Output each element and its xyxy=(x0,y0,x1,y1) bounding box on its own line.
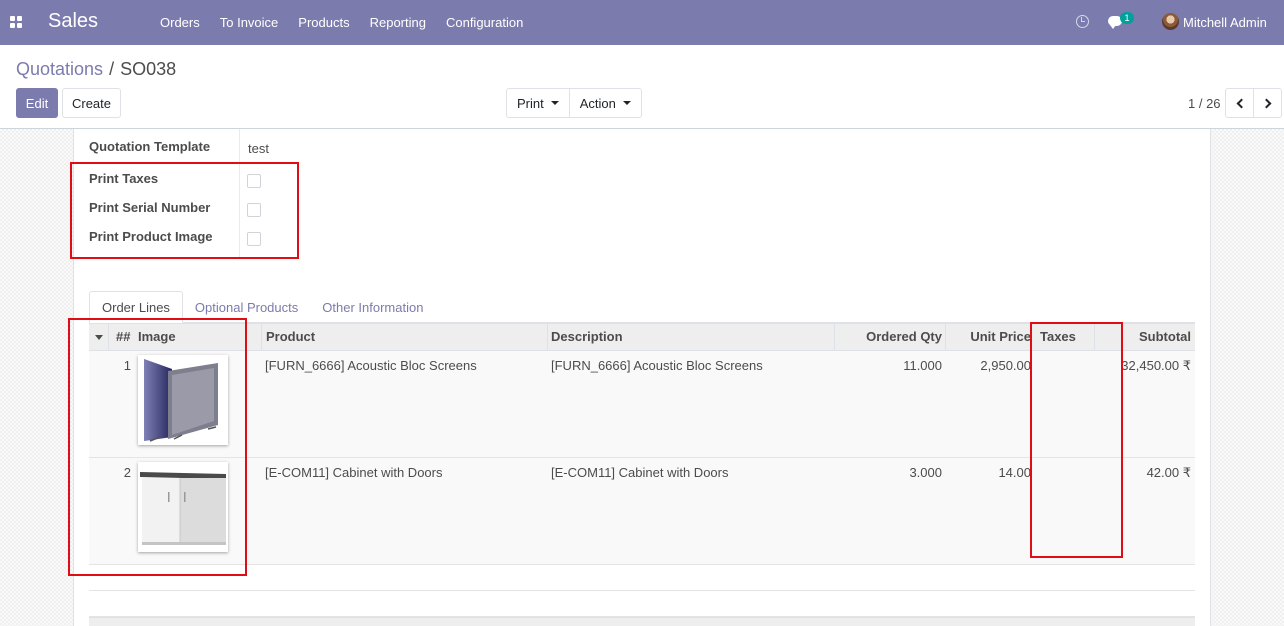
create-button[interactable]: Create xyxy=(62,88,121,118)
caret-down-icon[interactable] xyxy=(95,335,103,340)
pager-previous-button[interactable] xyxy=(1225,88,1254,118)
print-label: Print xyxy=(517,95,544,111)
row-description: [E-COM11] Cabinet with Doors xyxy=(551,465,729,480)
app-name[interactable]: Sales xyxy=(48,10,98,33)
print-product-image-checkbox[interactable] xyxy=(247,232,261,246)
menu-orders[interactable]: Orders xyxy=(160,15,200,30)
tab-other-information[interactable]: Other Information xyxy=(310,291,435,323)
row-sequence: 2 xyxy=(123,465,131,480)
acoustic-screens-image xyxy=(138,355,228,445)
caret-down-icon xyxy=(622,101,631,105)
print-product-image-label: Print Product Image xyxy=(89,229,213,244)
edit-button[interactable]: Edit xyxy=(16,88,58,118)
row-product: [E-COM11] Cabinet with Doors xyxy=(265,465,443,480)
column-separator xyxy=(945,324,946,350)
breadcrumb-current: SO038 xyxy=(120,59,177,79)
tab-optional-products[interactable]: Optional Products xyxy=(183,291,310,323)
action-label: Action xyxy=(579,95,616,111)
chat-counter-badge: 1 xyxy=(1120,12,1134,24)
main-menu: Orders To Invoice Products Reporting Con… xyxy=(150,15,533,30)
user-menu[interactable]: Mitchell Admin xyxy=(1183,15,1267,30)
breadcrumb-separator: / xyxy=(109,59,115,79)
print-serial-number-label: Print Serial Number xyxy=(89,200,211,215)
column-separator xyxy=(108,324,109,350)
print-serial-number-checkbox[interactable] xyxy=(247,203,261,217)
column-separator xyxy=(261,324,262,350)
menu-to-invoice[interactable]: To Invoice xyxy=(220,15,279,30)
row-sequence: 1 xyxy=(123,358,131,373)
row-unit-price: 14.00 xyxy=(998,465,1031,480)
order-lines-header: ## Image Product Description Ordered Qty… xyxy=(89,323,1195,351)
pager-value[interactable]: 1 / 26 xyxy=(1188,96,1221,111)
column-separator xyxy=(1094,324,1095,350)
column-separator xyxy=(834,324,835,350)
row-ordered-qty: 11.000 xyxy=(903,358,942,373)
chevron-right-icon xyxy=(1261,98,1271,108)
column-subtotal[interactable]: Subtotal xyxy=(1139,324,1191,350)
empty-row xyxy=(89,591,1195,617)
product-image-cabinet[interactable] xyxy=(138,462,228,552)
action-dropdown[interactable]: Action xyxy=(568,89,641,117)
column-image[interactable]: Image xyxy=(138,324,176,350)
menu-reporting[interactable]: Reporting xyxy=(370,15,426,30)
table-footer xyxy=(89,617,1195,626)
top-navbar: Sales Orders To Invoice Products Reporti… xyxy=(0,0,1284,45)
print-taxes-label: Print Taxes xyxy=(89,171,159,186)
apps-menu-icon[interactable] xyxy=(10,16,22,28)
column-taxes[interactable]: Taxes xyxy=(1040,324,1076,350)
column-description[interactable]: Description xyxy=(551,324,623,350)
print-dropdown[interactable]: Print xyxy=(507,89,569,117)
empty-row xyxy=(89,565,1195,591)
table-row[interactable]: 2 [E-COM11] Cabinet with Doors [E-COM11]… xyxy=(89,458,1195,565)
column-unit-price[interactable]: Unit Price xyxy=(970,324,1031,350)
activity-clock-icon[interactable] xyxy=(1076,15,1089,28)
cabinet-image xyxy=(138,462,228,552)
row-subtotal: 32,450.00 ₹ xyxy=(1121,358,1191,373)
menu-configuration[interactable]: Configuration xyxy=(446,15,523,30)
print-taxes-checkbox[interactable] xyxy=(247,174,261,188)
tab-order-lines[interactable]: Order Lines xyxy=(89,291,183,323)
row-unit-price: 2,950.00 xyxy=(980,358,1031,373)
quotation-template-value[interactable]: test xyxy=(248,141,269,156)
chevron-left-icon xyxy=(1236,98,1246,108)
column-sequence[interactable]: ## xyxy=(116,324,130,350)
table-row[interactable]: 1 [FURN_6666] Acoustic Bloc Screens [FUR… xyxy=(89,351,1195,458)
row-product: [FURN_6666] Acoustic Bloc Screens xyxy=(265,358,477,373)
user-avatar[interactable] xyxy=(1162,13,1179,30)
breadcrumb-quotations[interactable]: Quotations xyxy=(16,59,103,79)
column-separator xyxy=(547,324,548,350)
pager-next-button[interactable] xyxy=(1253,88,1282,118)
quotation-template-label: Quotation Template xyxy=(89,139,211,154)
row-subtotal: 42.00 ₹ xyxy=(1146,465,1191,480)
row-ordered-qty: 3.000 xyxy=(909,465,942,480)
print-action-group: Print Action xyxy=(506,88,642,118)
row-description: [FURN_6666] Acoustic Bloc Screens xyxy=(551,358,763,373)
breadcrumb: Quotations / SO038 xyxy=(16,59,176,80)
column-ordered-qty[interactable]: Ordered Qty xyxy=(866,324,942,350)
menu-products[interactable]: Products xyxy=(298,15,349,30)
label-column-divider xyxy=(239,129,240,258)
caret-down-icon xyxy=(550,101,559,105)
notebook-tabs: Order Lines Optional Products Other Info… xyxy=(89,291,435,323)
product-image-acoustic-screens[interactable] xyxy=(138,355,228,445)
column-product[interactable]: Product xyxy=(266,324,315,350)
